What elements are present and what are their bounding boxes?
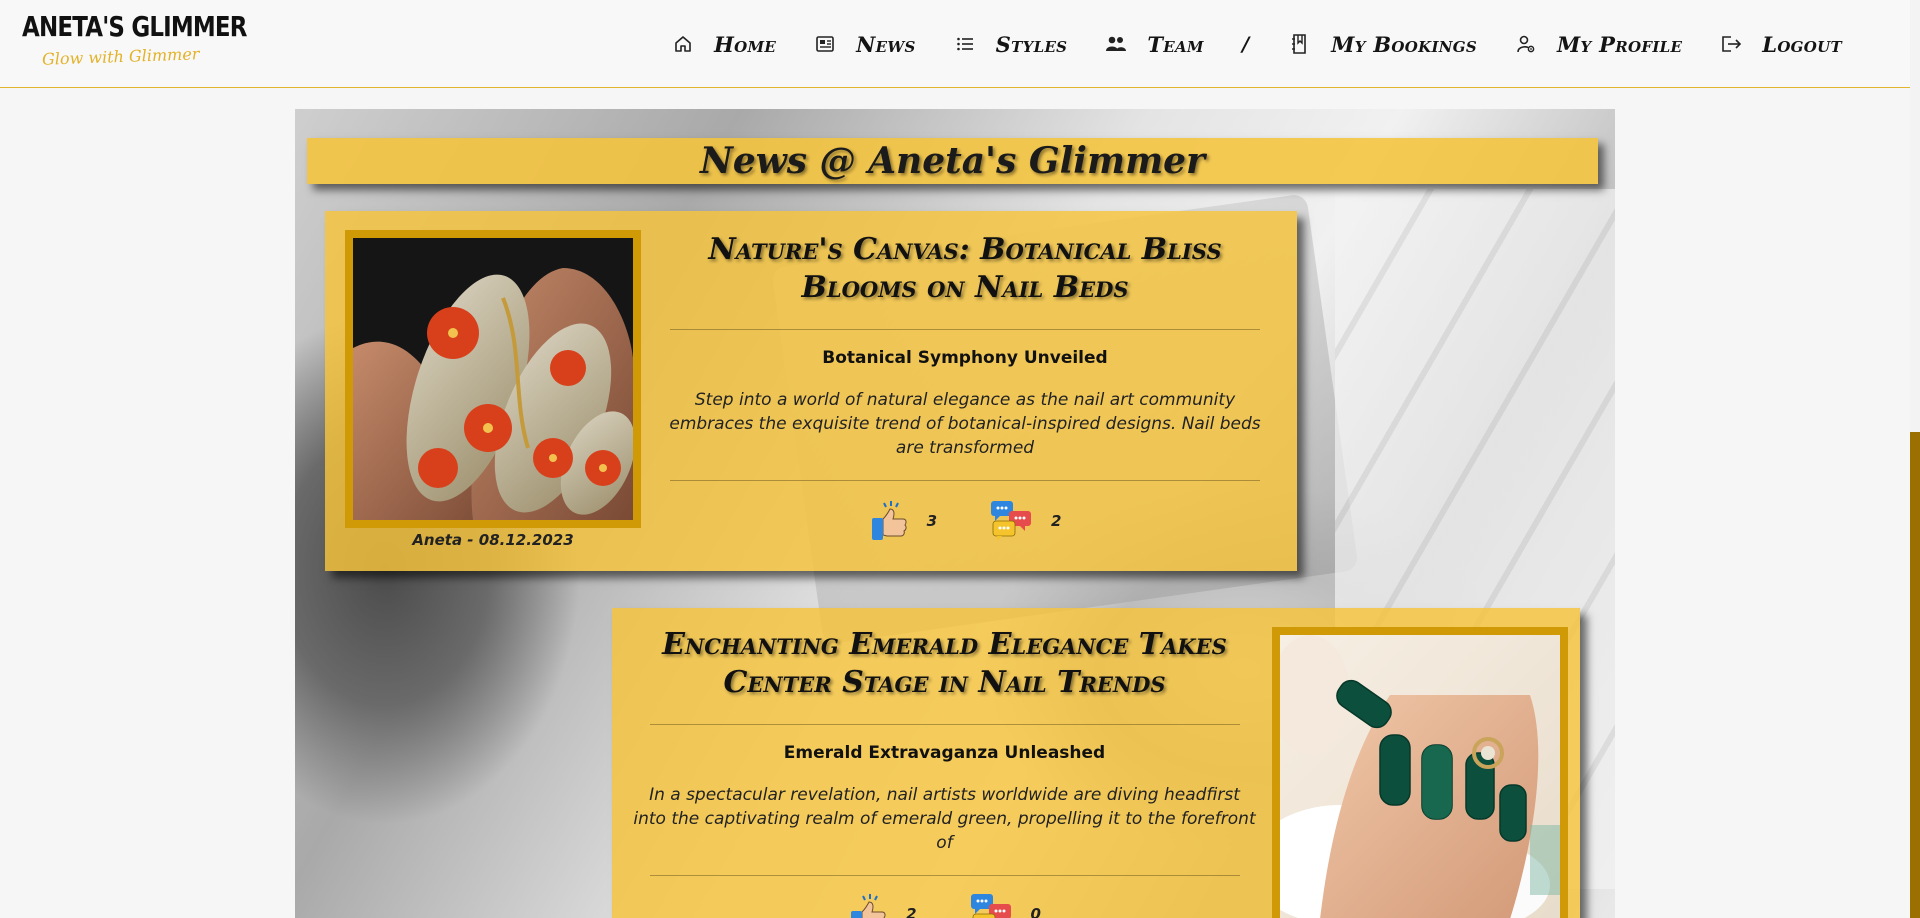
nav-home[interactable]: Home (672, 32, 776, 57)
profile-icon (1515, 33, 1537, 55)
article-image-frame[interactable] (345, 230, 641, 528)
article-divider (670, 329, 1260, 330)
article-subtitle: Emerald Extravaganza Unleashed (783, 743, 1106, 763)
article-excerpt: In a spectacular revelation, nail artist… (633, 785, 1256, 853)
comment-count: 2 (1051, 512, 1062, 530)
nav-logout-label: Logout (1762, 31, 1843, 57)
article-title[interactable]: Enchanting Emerald Elegance Takes Center… (632, 626, 1257, 702)
bookings-icon (1289, 33, 1311, 55)
nav-my-bookings[interactable]: My Bookings (1289, 32, 1477, 57)
article-content: Enchanting Emerald Elegance Takes Center… (632, 626, 1257, 918)
article-image (353, 238, 633, 520)
news-section: News @ Aneta's Glimmer Aneta - 08.12.202… (295, 109, 1615, 918)
list-icon (954, 33, 976, 55)
page-title-bar: News @ Aneta's Glimmer (307, 138, 1598, 184)
article-stats: 2 0 (632, 888, 1257, 918)
article-title[interactable]: Nature's Canvas: Botanical Bliss Blooms … (660, 231, 1270, 307)
like-count: 2 (906, 905, 917, 918)
article-divider (649, 875, 1240, 876)
comments-icon (970, 894, 1011, 918)
scrollbar-track-upper[interactable] (1910, 0, 1920, 432)
team-icon (1105, 33, 1127, 55)
nav-styles[interactable]: Styles (954, 32, 1068, 57)
brand-tagline: Glow with Glimmer (41, 44, 200, 69)
comments-button[interactable]: 2 (989, 499, 1061, 543)
comments-icon (991, 501, 1031, 541)
nav-team[interactable]: Team (1105, 32, 1204, 57)
home-icon (672, 33, 694, 55)
like-button[interactable]: 3 (869, 499, 937, 543)
nav-team-label: Team (1147, 31, 1204, 57)
like-button[interactable]: 2 (848, 892, 917, 918)
site-header: ANETA'S GLIMMER Glow with Glimmer Home N… (0, 0, 1910, 88)
nav-my-profile-label: My Profile (1557, 31, 1683, 57)
nav-home-label: Home (714, 31, 777, 57)
article-stats: 3 2 (660, 495, 1270, 547)
page-scrollbar[interactable] (1910, 0, 1920, 918)
thumbs-up-icon (871, 501, 907, 540)
nav-my-profile[interactable]: My Profile (1515, 32, 1682, 57)
brand-logo[interactable]: ANETA'S GLIMMER Glow with Glimmer (22, 10, 247, 76)
nav-news[interactable]: News (814, 32, 916, 57)
article-author-date: Aneta - 08.12.2023 (412, 531, 574, 549)
news-card[interactable]: Enchanting Emerald Elegance Takes Center… (612, 608, 1580, 918)
main-nav: Home News Styles Team / My Bookings My P… (672, 24, 1880, 64)
comments-button[interactable]: 0 (969, 892, 1041, 918)
newspaper-icon (814, 33, 836, 55)
logout-icon (1720, 33, 1742, 55)
like-count: 3 (926, 512, 937, 530)
nav-styles-label: Styles (995, 31, 1068, 57)
nav-my-bookings-label: My Bookings (1331, 31, 1478, 57)
brand-name: ANETA'S GLIMMER (22, 10, 247, 43)
comment-count: 0 (1030, 905, 1041, 918)
article-divider (649, 724, 1240, 725)
article-subtitle: Botanical Symphony Unveiled (822, 348, 1108, 368)
nav-logout[interactable]: Logout (1720, 32, 1842, 57)
nav-news-label: News (856, 31, 916, 57)
article-image (1280, 635, 1560, 918)
article-divider (670, 480, 1260, 481)
article-content: Nature's Canvas: Botanical Bliss Blooms … (660, 231, 1270, 547)
page-title: News @ Aneta's Glimmer (699, 140, 1206, 182)
article-excerpt: Step into a world of natural elegance as… (669, 390, 1261, 458)
article-image-frame[interactable] (1272, 627, 1568, 918)
thumbs-up-icon (851, 894, 886, 918)
news-card[interactable]: Aneta - 08.12.2023 Nature's Canvas: Bota… (325, 211, 1297, 571)
nav-separator: / (1241, 32, 1250, 56)
